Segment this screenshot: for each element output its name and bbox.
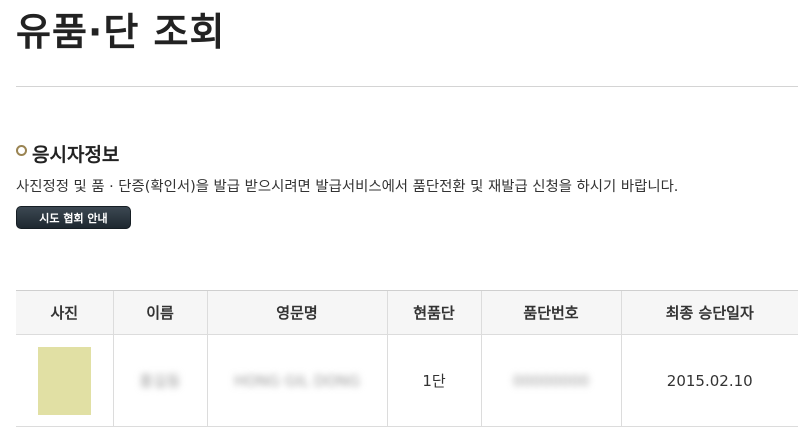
title-divider [16, 86, 798, 87]
column-header-rank-number: 품단번호 [480, 290, 621, 335]
current-rank-cell: 1단 [386, 334, 481, 427]
column-header-english-name: 영문명 [206, 290, 387, 335]
table-header-row: 사진 이름 영문명 현품단 품단번호 최종 승단일자 [16, 290, 798, 335]
applicant-photo [37, 346, 91, 415]
reissue-notice-text: 사진정정 및 품 · 단증(확인서)을 발급 받으시려면 발급서비스에서 품단전… [16, 179, 679, 195]
column-header-photo: 사진 [16, 290, 113, 335]
last-promotion-date-cell: 2015.02.10 [620, 334, 798, 427]
applicant-info-heading: 응시자정보 [16, 140, 119, 166]
table-row: 홍길동 HONG GIL DONG 1단 00000000 2015.02.10 [16, 334, 798, 427]
column-header-current-rank: 현품단 [386, 290, 481, 335]
section-title: 응시자정보 [32, 143, 120, 166]
column-header-name: 이름 [112, 290, 207, 335]
rank-result-table: 사진 이름 영문명 현품단 품단번호 최종 승단일자 홍길동 HONG GIL … [16, 290, 798, 427]
name-cell: 홍길동 [112, 334, 207, 427]
photo-cell [16, 334, 113, 427]
city-province-association-guide-button[interactable]: 시도 협회 안내 [16, 206, 131, 229]
english-name-cell: HONG GIL DONG [206, 334, 387, 427]
circle-bullet-icon [16, 144, 27, 156]
rank-number-value: 00000000 [512, 371, 590, 390]
name-value: 홍길동 [139, 372, 181, 390]
column-header-last-promotion-date: 최종 승단일자 [620, 290, 798, 335]
english-name-value: HONG GIL DONG [233, 371, 361, 390]
current-rank-value: 1단 [422, 372, 446, 390]
last-promotion-date-value: 2015.02.10 [666, 371, 753, 390]
page-title: 유품·단 조회 [16, 10, 226, 54]
rank-number-cell: 00000000 [480, 334, 621, 427]
